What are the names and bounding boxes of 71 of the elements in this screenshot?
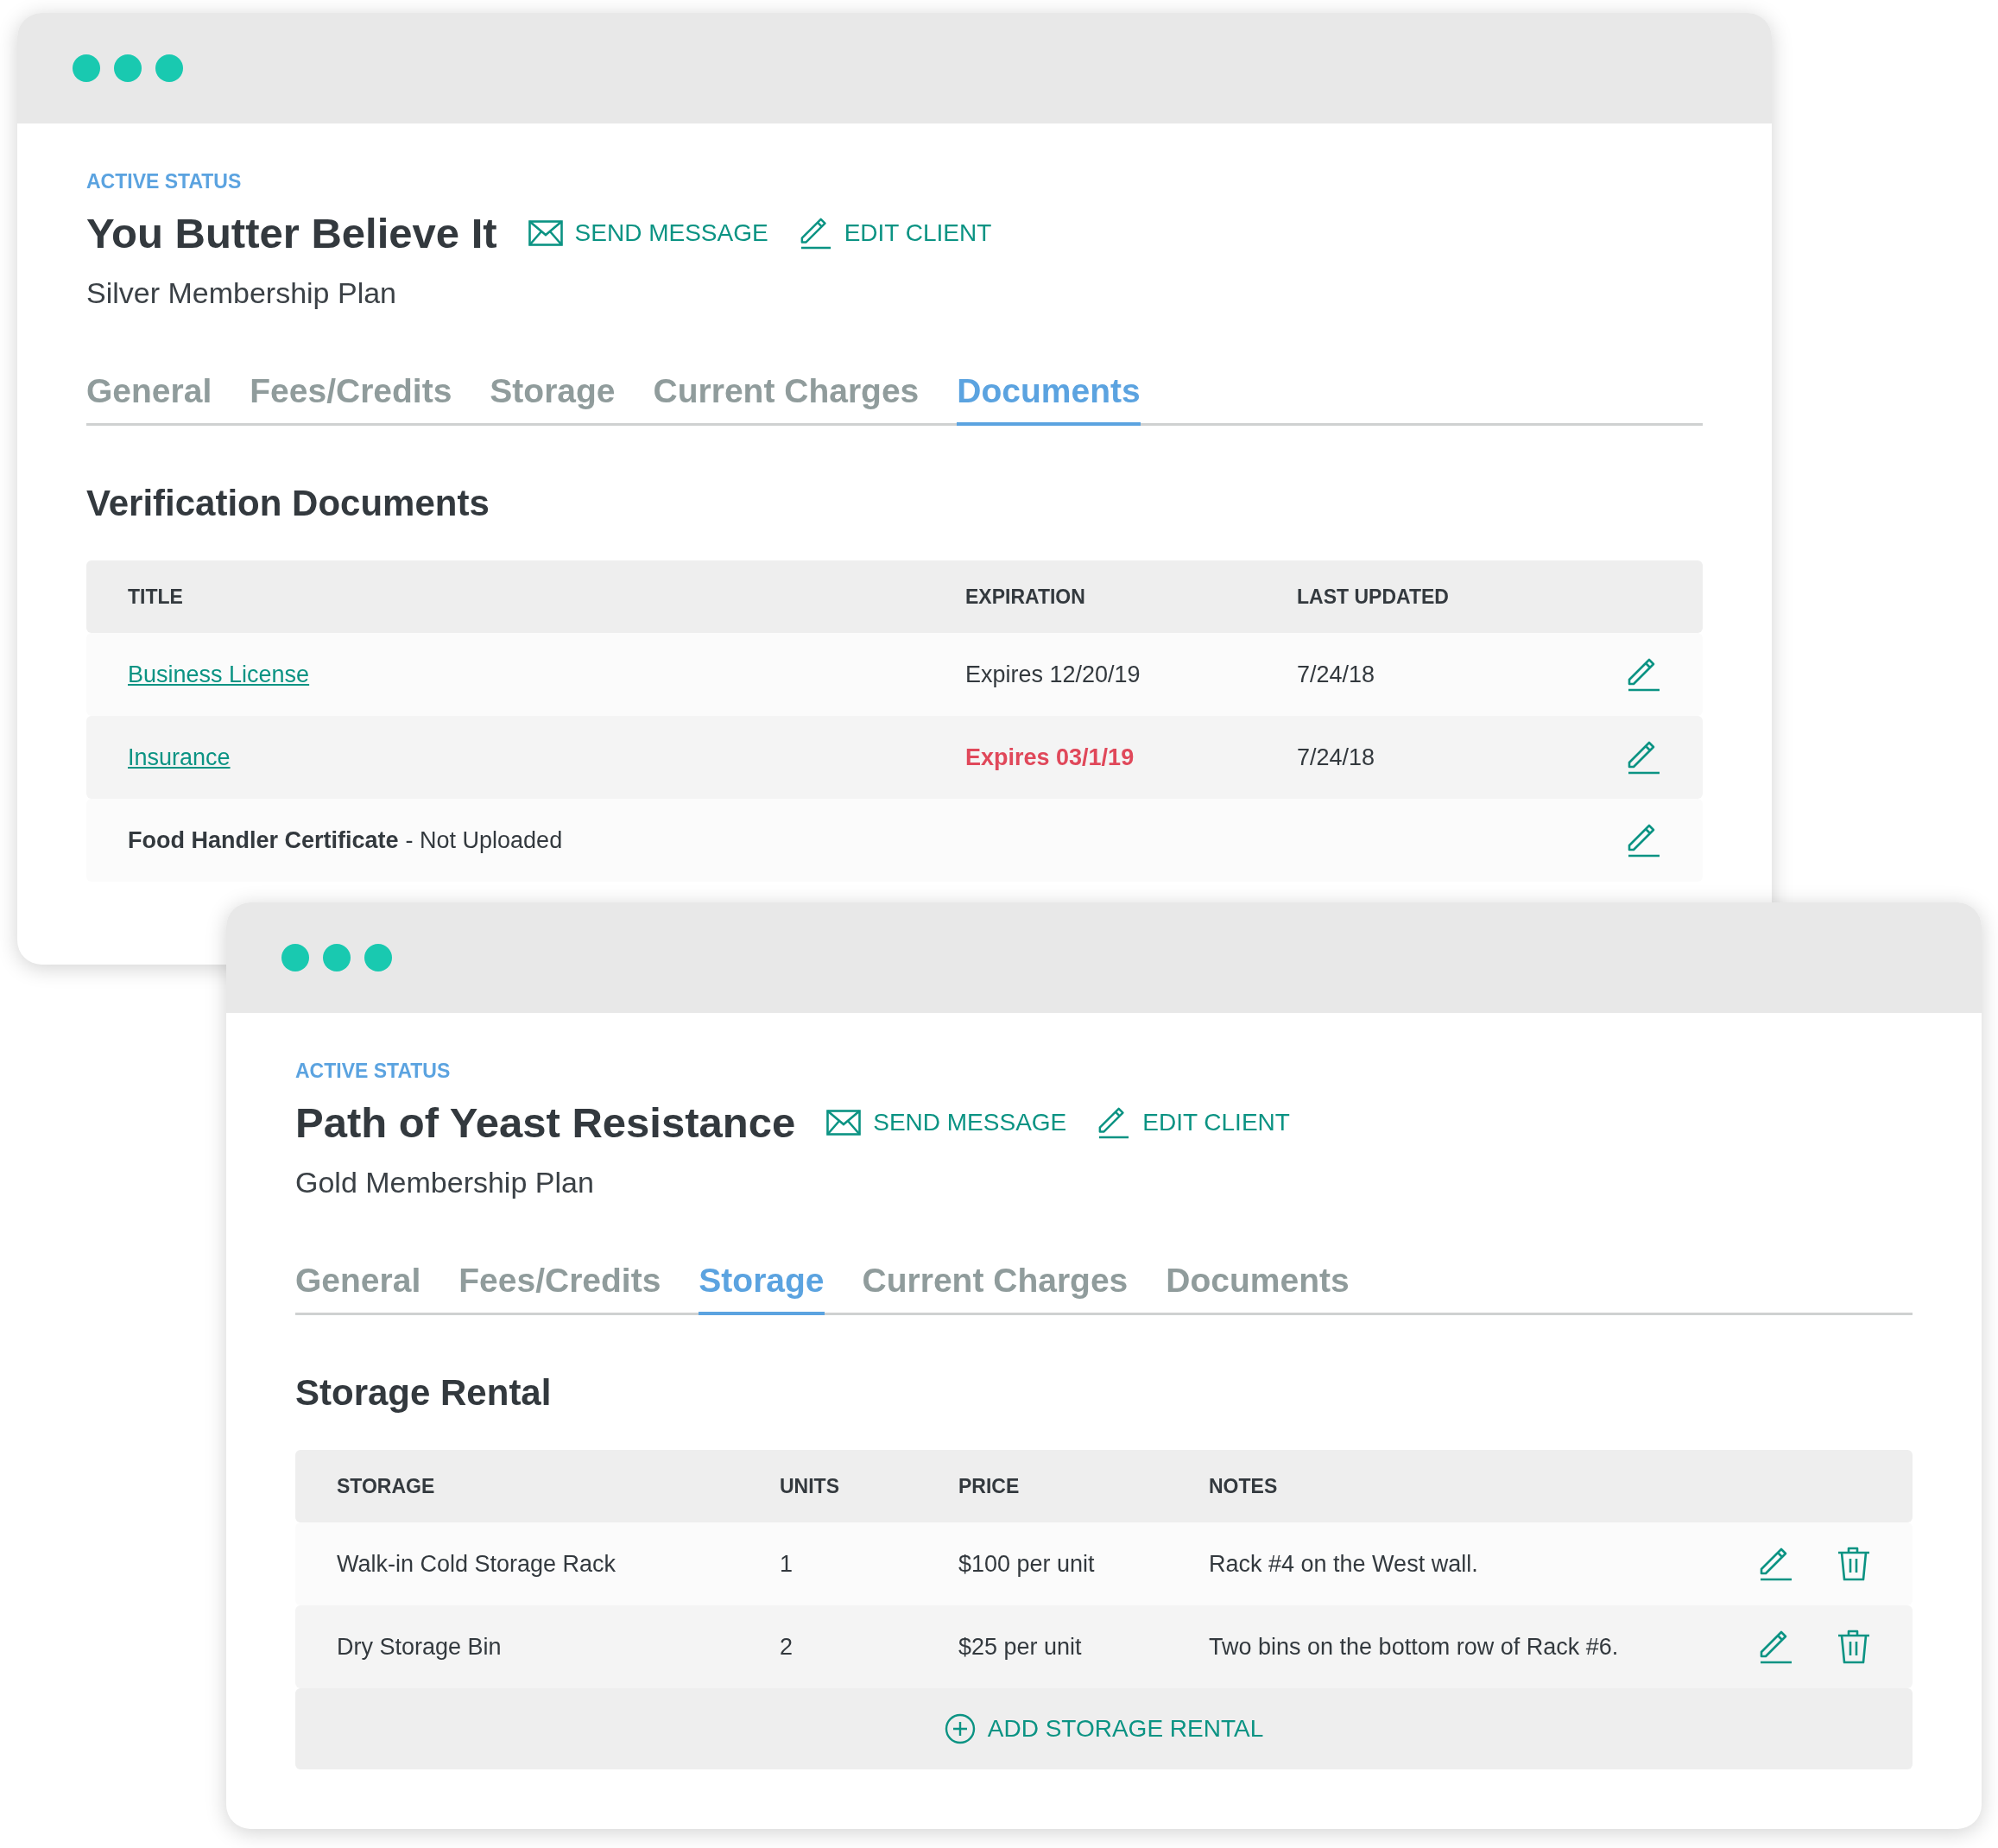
edit-button[interactable]: [1627, 823, 1661, 858]
status-label: ACTIVE STATUS: [86, 170, 243, 193]
edit-icon: [1627, 657, 1661, 692]
plus-circle-icon: [944, 1713, 976, 1744]
client-name: Path of Yeast Resistance: [295, 1098, 796, 1147]
last-updated-date: 7/24/18: [1297, 661, 1376, 688]
price-text: $100 per unit: [958, 1550, 1096, 1578]
send-message-link[interactable]: SEND MESSAGE: [528, 219, 768, 247]
edit-icon: [799, 217, 832, 250]
membership-plan: Gold Membership Plan: [295, 1166, 595, 1199]
edit-button[interactable]: [1627, 657, 1661, 692]
mail-icon: [528, 220, 563, 246]
section-heading: Verification Documents: [86, 483, 490, 524]
column-header: LAST UPDATED: [1297, 585, 1450, 609]
tab[interactable]: Fees/Credits: [250, 372, 452, 426]
tab[interactable]: Current Charges: [653, 372, 920, 426]
edit-icon: [1627, 823, 1661, 858]
expiration-date: Expires 03/1/19: [965, 744, 1135, 771]
column-header: TITLE: [128, 585, 184, 609]
trash-icon: [1837, 1547, 1871, 1581]
tab[interactable]: General: [86, 372, 212, 426]
document-link[interactable]: Insurance: [128, 744, 231, 770]
notes-text: Rack #4 on the West wall.: [1209, 1550, 1479, 1578]
membership-plan: Silver Membership Plan: [86, 276, 398, 310]
tab[interactable]: Current Charges: [862, 1262, 1129, 1315]
window-dot[interactable]: [323, 944, 351, 971]
window-dot[interactable]: [155, 54, 183, 82]
last-updated-date: 7/24/18: [1297, 744, 1376, 771]
window-dot[interactable]: [281, 944, 309, 971]
expiration-date: Expires 12/20/19: [965, 661, 1141, 688]
units-count: 1: [780, 1550, 794, 1578]
trash-icon: [1837, 1630, 1871, 1664]
column-header: EXPIRATION: [965, 585, 1086, 609]
tab[interactable]: Documents: [1166, 1262, 1350, 1315]
edit-button[interactable]: [1759, 1547, 1793, 1581]
mail-icon: [826, 1110, 862, 1136]
column-header: PRICE: [958, 1474, 1021, 1498]
storage-name: Dry Storage Bin: [337, 1633, 503, 1661]
edit-button[interactable]: [1759, 1630, 1793, 1664]
delete-button[interactable]: [1837, 1630, 1871, 1664]
document-title: Food Handler Certificate: [128, 826, 399, 853]
status-label: ACTIVE STATUS: [295, 1060, 452, 1083]
tab[interactable]: Documents: [957, 372, 1141, 426]
edit-icon: [1759, 1547, 1793, 1581]
edit-icon: [1627, 740, 1661, 775]
client-name: You Butter Believe It: [86, 209, 497, 257]
add-storage-button[interactable]: ADD STORAGE RENTAL: [295, 1688, 1913, 1769]
edit-button[interactable]: [1627, 740, 1661, 775]
price-text: $25 per unit: [958, 1633, 1083, 1661]
column-header: UNITS: [780, 1474, 840, 1498]
send-message-link[interactable]: SEND MESSAGE: [826, 1109, 1067, 1136]
edit-client-link[interactable]: EDIT CLIENT: [799, 217, 992, 250]
tab[interactable]: General: [295, 1262, 421, 1315]
document-link[interactable]: Business License: [128, 661, 310, 687]
upload-status: - Not Uploaded: [405, 826, 563, 853]
edit-client-link[interactable]: EDIT CLIENT: [1097, 1106, 1290, 1139]
window-dot[interactable]: [73, 54, 100, 82]
column-header: STORAGE: [337, 1474, 436, 1498]
tab[interactable]: Fees/Credits: [458, 1262, 661, 1315]
edit-icon: [1097, 1106, 1131, 1139]
units-count: 2: [780, 1633, 794, 1661]
edit-icon: [1759, 1630, 1793, 1664]
tab[interactable]: Storage: [490, 372, 616, 426]
section-heading: Storage Rental: [295, 1372, 553, 1414]
window-dot[interactable]: [114, 54, 142, 82]
window-dot[interactable]: [364, 944, 392, 971]
tab[interactable]: Storage: [699, 1262, 825, 1315]
notes-text: Two bins on the bottom row of Rack #6.: [1209, 1633, 1620, 1661]
storage-name: Walk-in Cold Storage Rack: [337, 1550, 617, 1578]
delete-button[interactable]: [1837, 1547, 1871, 1581]
column-header: NOTES: [1209, 1474, 1279, 1498]
